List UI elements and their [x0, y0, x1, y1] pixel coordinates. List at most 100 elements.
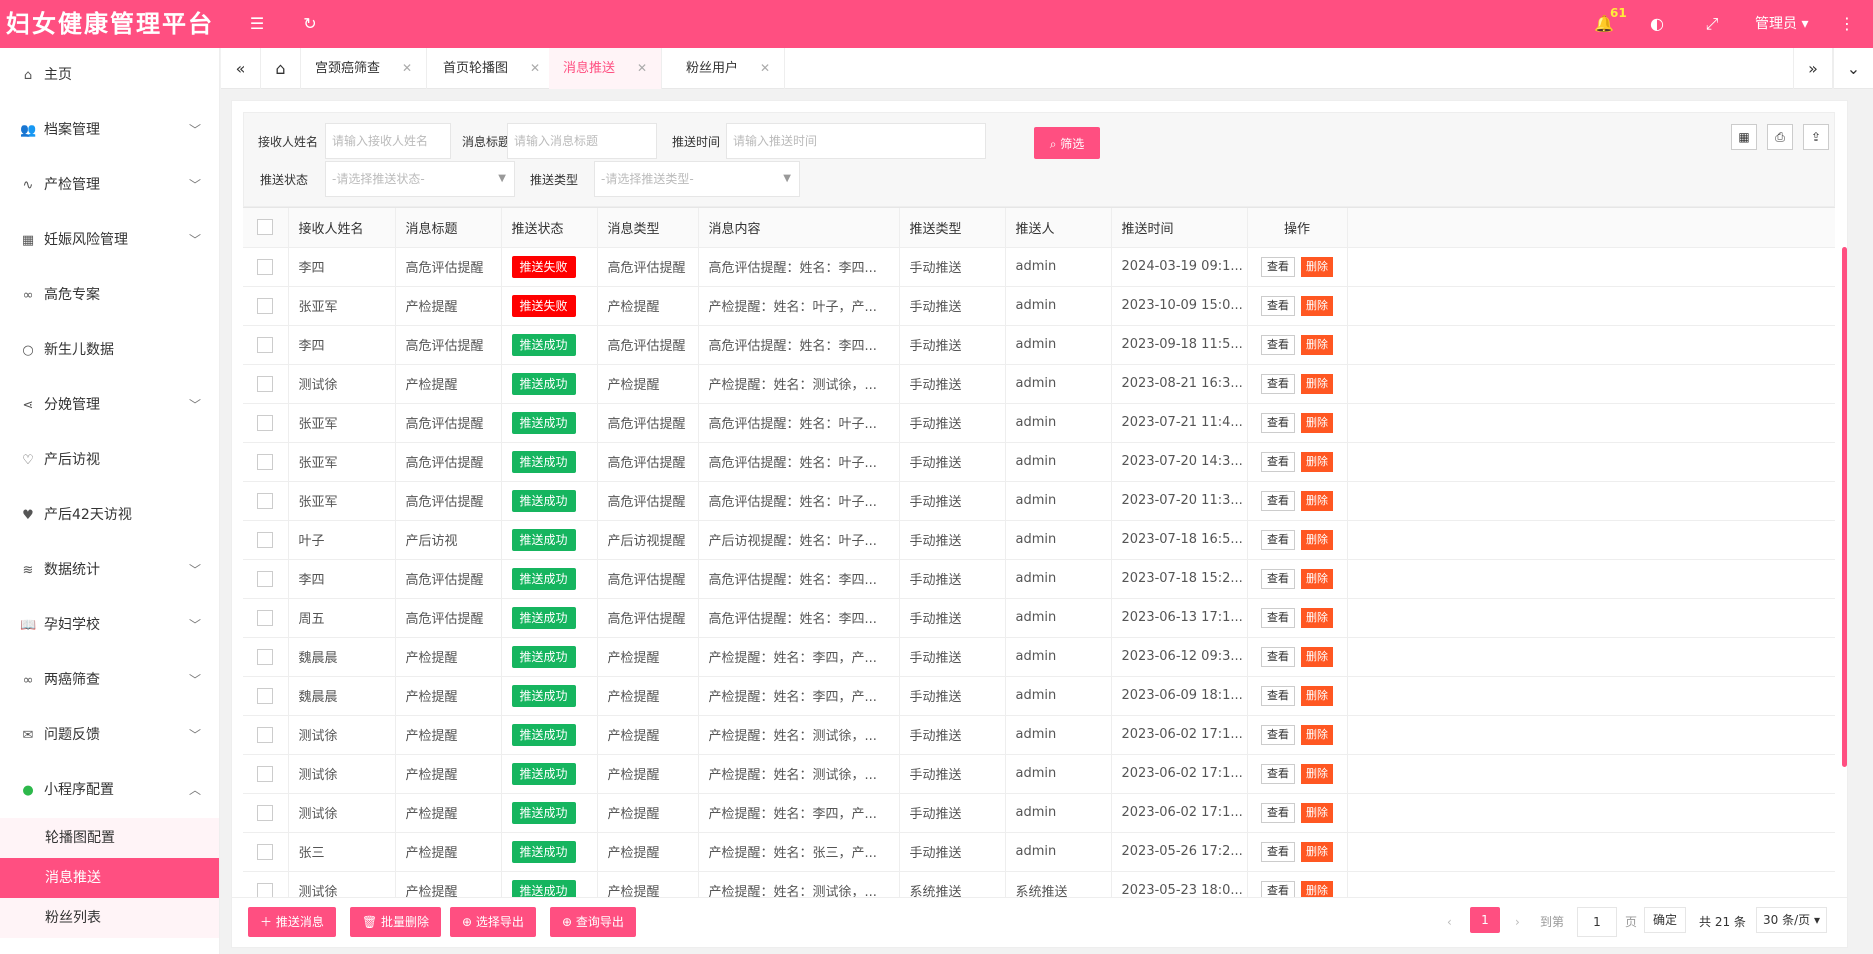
view-button[interactable]: 查看 [1261, 295, 1295, 316]
delete-button[interactable]: 删除 [1301, 412, 1333, 433]
sidebar-subitem-0[interactable]: 轮播图配置 [0, 818, 219, 858]
batch-delete-button[interactable]: 🗑 批量删除 [350, 907, 442, 937]
sidebar-subitem-2[interactable]: 粉丝列表 [0, 898, 219, 938]
delete-button[interactable]: 删除 [1301, 256, 1333, 277]
tab-scroll-right-icon[interactable]: » [1793, 48, 1833, 89]
close-icon[interactable]: ✕ [530, 61, 540, 75]
view-button[interactable]: 查看 [1261, 529, 1295, 550]
print-icon[interactable]: ⎙ [1767, 124, 1793, 150]
goto-confirm-button[interactable]: 确定 [1644, 907, 1687, 933]
delete-button[interactable]: 删除 [1301, 490, 1333, 511]
delete-button[interactable]: 删除 [1301, 880, 1333, 897]
row-checkbox[interactable] [257, 648, 274, 665]
row-checkbox[interactable] [257, 414, 274, 431]
delete-button[interactable]: 删除 [1301, 295, 1333, 316]
sidebar-item-2[interactable]: ∿ 产检管理 ﹀ [0, 158, 219, 213]
row-checkbox[interactable] [257, 375, 274, 392]
tab-scroll-left-icon[interactable]: « [221, 48, 261, 89]
row-checkbox[interactable] [257, 726, 274, 743]
sidebar-item-6[interactable]: ⋖ 分娩管理 ﹀ [0, 378, 219, 433]
tab-1[interactable]: 首页轮播图 ✕ [429, 48, 556, 89]
goto-page-input[interactable]: 1 [1577, 907, 1617, 937]
view-button[interactable]: 查看 [1261, 607, 1295, 628]
view-button[interactable]: 查看 [1261, 568, 1295, 589]
row-checkbox[interactable] [257, 492, 274, 509]
type-select[interactable]: -请选择推送类型- ▼ [594, 161, 800, 197]
row-checkbox[interactable] [257, 570, 274, 587]
view-button[interactable]: 查看 [1261, 490, 1295, 511]
close-icon[interactable]: ✕ [402, 61, 412, 75]
sidebar-item-5[interactable]: ○ 新生儿数据 [0, 323, 219, 378]
row-checkbox[interactable] [257, 531, 274, 548]
close-icon[interactable]: ✕ [637, 61, 647, 75]
export-selected-button[interactable]: ⊕ 选择导出 [450, 907, 536, 937]
row-checkbox[interactable] [257, 687, 274, 704]
menu-toggle-icon[interactable]: ☰ [245, 12, 269, 36]
sidebar-item-1[interactable]: 👥 档案管理 ﹀ [0, 103, 219, 158]
row-checkbox[interactable] [257, 765, 274, 782]
next-page-icon[interactable]: › [1515, 907, 1520, 937]
view-button[interactable]: 查看 [1261, 646, 1295, 667]
view-button[interactable]: 查看 [1261, 763, 1295, 784]
sidebar-item-10[interactable]: 📖 孕妇学校 ﹀ [0, 598, 219, 653]
theme-icon[interactable]: ◐ [1645, 12, 1669, 36]
row-checkbox[interactable] [257, 453, 274, 470]
view-button[interactable]: 查看 [1261, 841, 1295, 862]
sidebar-subitem-1[interactable]: 消息推送 [0, 858, 219, 898]
tab-2[interactable]: 消息推送 ✕ [549, 48, 663, 89]
row-checkbox[interactable] [257, 258, 274, 275]
status-select[interactable]: -请选择推送状态- ▼ [325, 161, 515, 197]
view-button[interactable]: 查看 [1261, 334, 1295, 355]
delete-button[interactable]: 删除 [1301, 373, 1333, 394]
delete-button[interactable]: 删除 [1301, 451, 1333, 472]
view-button[interactable]: 查看 [1261, 880, 1295, 897]
receiver-input[interactable] [325, 123, 451, 159]
sidebar-item-11[interactable]: ∞ 两癌筛查 ﹀ [0, 653, 219, 708]
view-button[interactable]: 查看 [1261, 373, 1295, 394]
sidebar-item-4[interactable]: ∞ 高危专案 [0, 268, 219, 323]
delete-button[interactable]: 删除 [1301, 568, 1333, 589]
row-checkbox[interactable] [257, 336, 274, 353]
sidebar-item-3[interactable]: ▦ 妊娠风险管理 ﹀ [0, 213, 219, 268]
fullscreen-icon[interactable]: ⤢ [1700, 12, 1724, 36]
table-scrollbar[interactable] [1842, 247, 1847, 767]
delete-button[interactable]: 删除 [1301, 529, 1333, 550]
tab-0[interactable]: 宫颈癌筛查 ✕ [301, 48, 428, 89]
view-button[interactable]: 查看 [1261, 256, 1295, 277]
filter-button[interactable]: ⌕ 筛选 [1034, 127, 1100, 159]
view-button[interactable]: 查看 [1261, 724, 1295, 745]
prev-page-icon[interactable]: ‹ [1447, 907, 1452, 937]
view-button[interactable]: 查看 [1261, 685, 1295, 706]
page-current[interactable]: 1 [1470, 907, 1500, 933]
delete-button[interactable]: 删除 [1301, 685, 1333, 706]
push-message-button[interactable]: ＋ 推送消息 [248, 907, 336, 937]
close-icon[interactable]: ✕ [760, 61, 770, 75]
refresh-icon[interactable]: ↻ [298, 12, 322, 36]
view-button[interactable]: 查看 [1261, 412, 1295, 433]
delete-button[interactable]: 删除 [1301, 763, 1333, 784]
sidebar-item-7[interactable]: ♡ 产后访视 [0, 433, 219, 488]
tab-3[interactable]: 粉丝用户 ✕ [672, 48, 786, 89]
delete-button[interactable]: 删除 [1301, 841, 1333, 862]
delete-button[interactable]: 删除 [1301, 802, 1333, 823]
delete-button[interactable]: 删除 [1301, 724, 1333, 745]
home-tab-icon[interactable]: ⌂ [261, 48, 301, 89]
delete-button[interactable]: 删除 [1301, 646, 1333, 667]
sidebar-item-9[interactable]: ≋ 数据统计 ﹀ [0, 543, 219, 598]
export-query-button[interactable]: ⊕ 查询导出 [550, 907, 636, 937]
time-input[interactable] [726, 123, 986, 159]
page-size-select[interactable]: 30 条/页 ▾ [1756, 907, 1827, 933]
sidebar-item-0[interactable]: ⌂ 主页 [0, 48, 219, 103]
row-checkbox[interactable] [257, 297, 274, 314]
export-icon[interactable]: ⇪ [1803, 124, 1829, 150]
sidebar-item-13[interactable]: ● 小程序配置 ︿ [0, 763, 219, 818]
user-menu[interactable]: 管理员 ▾ [1755, 12, 1808, 36]
row-checkbox[interactable] [257, 843, 274, 860]
select-all-checkbox[interactable] [257, 219, 274, 236]
sidebar-item-12[interactable]: ✉ 问题反馈 ﹀ [0, 708, 219, 763]
delete-button[interactable]: 删除 [1301, 607, 1333, 628]
view-button[interactable]: 查看 [1261, 451, 1295, 472]
sidebar-item-8[interactable]: ♥ 产后42天访视 [0, 488, 219, 543]
title-input[interactable] [507, 123, 657, 159]
row-checkbox[interactable] [257, 609, 274, 626]
